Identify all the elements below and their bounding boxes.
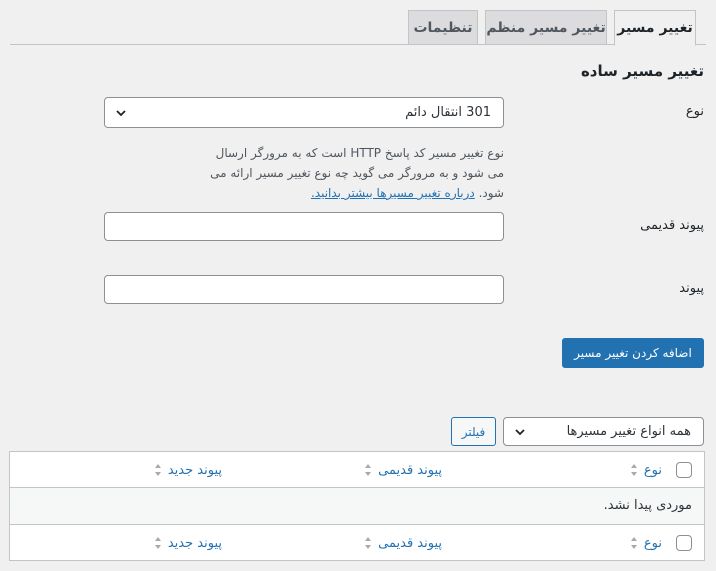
tab-redirect[interactable]: تغییر مسیر bbox=[614, 10, 696, 46]
column-old-link-label: پیوند قدیمی bbox=[378, 535, 442, 551]
old-link-label: پیوند قدیمی bbox=[640, 218, 704, 233]
column-type-footer[interactable]: نوع bbox=[630, 525, 662, 561]
redirect-type-select[interactable]: 301 انتقال دائم bbox=[104, 97, 504, 128]
filter-button[interactable]: فیلتر bbox=[451, 417, 496, 446]
empty-message: موردی پیدا نشد. bbox=[603, 498, 692, 513]
tab-regex-redirect[interactable]: تغییر مسیر منظم bbox=[485, 10, 607, 45]
sort-icon bbox=[630, 464, 637, 476]
chevron-down-icon bbox=[515, 428, 525, 435]
type-label: نوع bbox=[685, 104, 704, 119]
column-type-label: نوع bbox=[643, 535, 662, 551]
column-old-link-footer[interactable]: پیوند قدیمی bbox=[364, 525, 442, 561]
select-all-checkbox-footer[interactable] bbox=[676, 535, 692, 551]
select-all-checkbox[interactable] bbox=[676, 462, 692, 478]
redirect-type-description: نوع تغییر مسیر کد پاسخ HTTP است که به مر… bbox=[204, 143, 504, 203]
tab-settings[interactable]: تنظیمات bbox=[408, 10, 478, 45]
sort-icon bbox=[154, 464, 161, 476]
tab-bar: تغییر مسیر تغییر مسیر منظم تنظیمات bbox=[10, 8, 706, 46]
new-link-input[interactable] bbox=[104, 275, 504, 304]
sort-icon bbox=[365, 537, 372, 549]
column-new-link-label: پیوند جدید bbox=[167, 535, 222, 551]
table-footer-row: نوع پیوند قدیمی پیوند جدید bbox=[10, 524, 704, 561]
chevron-down-icon bbox=[116, 109, 126, 116]
table-header-row: نوع پیوند قدیمی پیوند جدید bbox=[10, 452, 704, 488]
redirects-table: نوع پیوند قدیمی پیوند جدید موردی پیدا نش… bbox=[9, 451, 705, 561]
column-new-link-label: پیوند جدید bbox=[167, 462, 222, 478]
column-new-link-footer[interactable]: پیوند جدید bbox=[154, 525, 222, 561]
column-old-link-header[interactable]: پیوند قدیمی bbox=[364, 452, 442, 488]
column-new-link-header[interactable]: پیوند جدید bbox=[154, 452, 222, 488]
new-link-label: پیوند bbox=[679, 281, 704, 296]
old-link-input[interactable] bbox=[104, 212, 504, 241]
column-type-header[interactable]: نوع bbox=[630, 452, 662, 488]
learn-more-link[interactable]: درباره تغییر مسیرها بیشتر بدانید. bbox=[311, 186, 475, 200]
section-title: تغییر مسیر ساده bbox=[580, 62, 704, 80]
redirect-type-value: 301 انتقال دائم bbox=[405, 105, 491, 120]
add-redirect-button[interactable]: اضافه کردن تغییر مسیر bbox=[562, 338, 704, 368]
redirect-type-filter-select[interactable]: همه انواع تغییر مسیرها bbox=[503, 417, 704, 446]
filter-select-value: همه انواع تغییر مسیرها bbox=[566, 424, 691, 439]
sort-icon bbox=[365, 464, 372, 476]
table-empty-row: موردی پیدا نشد. bbox=[10, 488, 704, 524]
sort-icon bbox=[154, 537, 161, 549]
sort-icon bbox=[630, 537, 637, 549]
column-old-link-label: پیوند قدیمی bbox=[378, 462, 442, 478]
column-type-label: نوع bbox=[643, 462, 662, 478]
